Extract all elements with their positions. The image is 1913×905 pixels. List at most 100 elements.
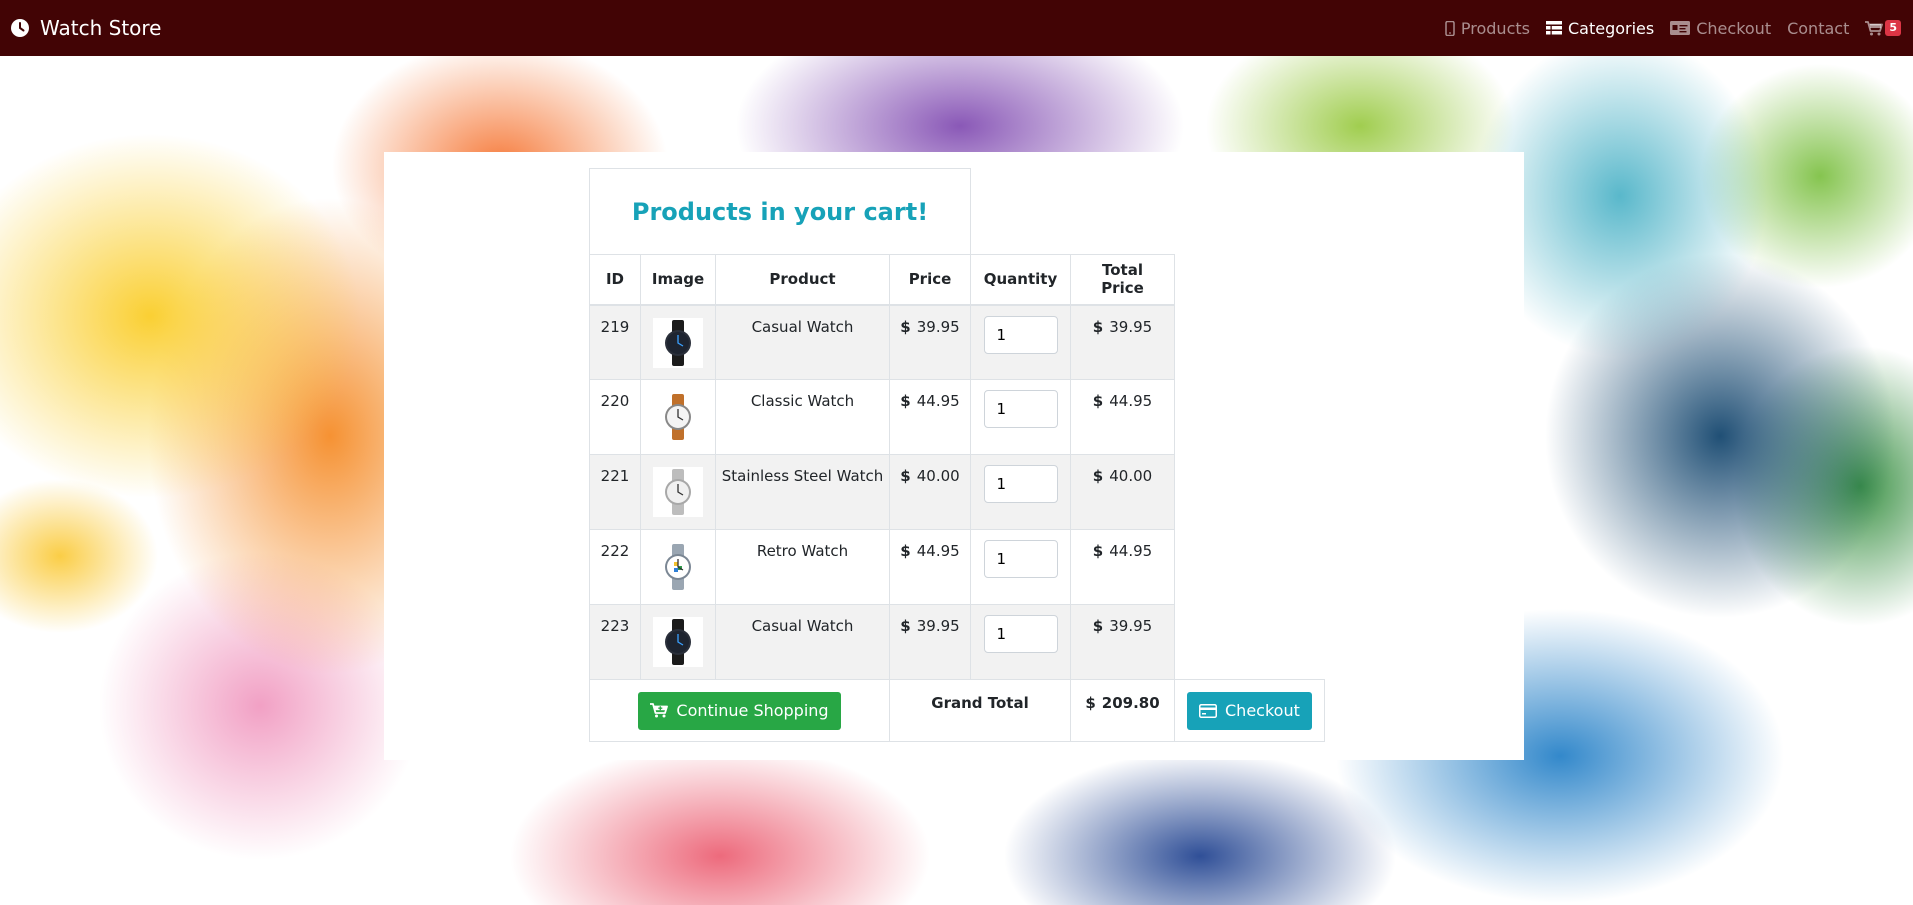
nav-products[interactable]: Products xyxy=(1437,11,1538,46)
item-image xyxy=(640,529,716,605)
item-total: 39.95 xyxy=(1109,617,1153,635)
checkout-button[interactable]: Checkout xyxy=(1187,691,1312,730)
continue-shopping-label: Continue Shopping xyxy=(676,701,829,720)
item-price: 40.00 xyxy=(916,467,960,485)
item-price: 39.95 xyxy=(916,617,960,635)
header-product: Product xyxy=(715,254,890,306)
item-qty-cell xyxy=(970,454,1071,530)
item-id: 223 xyxy=(589,604,641,680)
dollar-icon: $ xyxy=(900,542,911,560)
item-total: 39.95 xyxy=(1109,317,1153,336)
cart-item-row: 219Casual Watch$39.95$39.95 xyxy=(589,304,1325,380)
dollar-icon: $ xyxy=(900,617,911,635)
item-id: 222 xyxy=(589,529,641,605)
item-image xyxy=(640,604,716,680)
grand-total-cell: $209.80 xyxy=(1070,679,1175,742)
brand-name: Watch Store xyxy=(40,16,162,40)
item-name: Retro Watch xyxy=(715,529,890,605)
cart-table: Products in your cart! ID Image Product … xyxy=(589,168,1325,742)
cart-footer-row: Continue Shopping Grand Total $209.80 Ch… xyxy=(589,679,1325,742)
nav-products-label: Products xyxy=(1460,18,1530,38)
cart-title: Products in your cart! xyxy=(589,168,971,255)
item-image xyxy=(640,454,716,530)
grand-total-label: Grand Total xyxy=(889,679,1071,742)
item-price-cell: $44.95 xyxy=(889,529,971,605)
cart-item-row: 220Classic Watch$44.95$44.95 xyxy=(589,379,1325,455)
item-name: Stainless Steel Watch xyxy=(715,454,890,530)
nav-checkout-label: Checkout xyxy=(1696,18,1772,38)
table-icon xyxy=(1545,21,1562,35)
watch-thumbnail xyxy=(642,617,714,667)
continue-shopping-button[interactable]: Continue Shopping xyxy=(638,691,841,730)
nav-contact[interactable]: Contact xyxy=(1779,11,1857,46)
item-qty-cell xyxy=(970,304,1071,380)
clock-icon xyxy=(11,19,29,37)
item-image xyxy=(640,379,716,455)
nav-checkout[interactable]: Checkout xyxy=(1662,11,1779,46)
watch-thumbnail xyxy=(642,317,714,368)
dollar-icon: $ xyxy=(1092,317,1104,336)
item-total-cell: $39.95 xyxy=(1070,304,1175,380)
cart-count-badge: 5 xyxy=(1885,20,1901,36)
dollar-icon: $ xyxy=(900,317,911,336)
item-price-cell: $40.00 xyxy=(889,454,971,530)
item-total-cell: $40.00 xyxy=(1070,454,1175,530)
dollar-icon: $ xyxy=(900,467,911,485)
quantity-input[interactable] xyxy=(983,315,1058,354)
checkout-cell: Checkout xyxy=(1174,679,1325,742)
nav-links: Products Categories Checkout Contact 5 xyxy=(1437,11,1903,46)
cart-plus-icon xyxy=(650,703,669,718)
quantity-input[interactable] xyxy=(983,540,1058,578)
id-card-icon xyxy=(1670,21,1691,35)
item-price: 44.95 xyxy=(916,392,960,410)
dollar-icon: $ xyxy=(1092,542,1104,560)
item-image xyxy=(640,304,716,380)
brand-link[interactable]: Watch Store xyxy=(10,16,161,40)
item-name: Casual Watch xyxy=(715,304,890,380)
item-price-cell: $39.95 xyxy=(889,304,971,380)
quantity-input[interactable] xyxy=(983,615,1058,653)
header-id: ID xyxy=(589,254,641,306)
item-price-cell: $39.95 xyxy=(889,604,971,680)
item-total: 44.95 xyxy=(1109,392,1153,410)
dollar-icon: $ xyxy=(1085,694,1096,712)
item-name: Classic Watch xyxy=(715,379,890,455)
watch-thumbnail xyxy=(642,542,714,592)
nav-contact-label: Contact xyxy=(1787,18,1850,38)
cart-icon xyxy=(1865,20,1884,35)
item-price: 44.95 xyxy=(916,542,960,560)
item-total: 40.00 xyxy=(1109,467,1153,485)
quantity-input[interactable] xyxy=(983,390,1058,428)
header-total: Total Price xyxy=(1070,254,1175,306)
item-id: 221 xyxy=(589,454,641,530)
cart-item-row: 222Retro Watch$44.95$44.95 xyxy=(589,529,1325,605)
nav-categories[interactable]: Categories xyxy=(1538,11,1662,46)
dollar-icon: $ xyxy=(1092,467,1104,485)
item-price: 39.95 xyxy=(916,317,960,336)
watch-thumbnail xyxy=(642,392,714,442)
item-price-cell: $44.95 xyxy=(889,379,971,455)
header-quantity: Quantity xyxy=(970,254,1071,306)
continue-cell: Continue Shopping xyxy=(589,679,890,742)
watch-thumbnail xyxy=(642,467,714,517)
item-total: 44.95 xyxy=(1109,542,1153,560)
header-image: Image xyxy=(640,254,716,306)
cart-container: Products in your cart! ID Image Product … xyxy=(384,152,1524,760)
title-row: Products in your cart! xyxy=(589,168,1325,255)
mobile-icon xyxy=(1445,20,1455,36)
nav-cart[interactable]: 5 xyxy=(1857,12,1903,44)
credit-card-icon xyxy=(1199,703,1217,718)
item-total-cell: $44.95 xyxy=(1070,529,1175,605)
item-qty-cell xyxy=(970,379,1071,455)
item-name: Casual Watch xyxy=(715,604,890,680)
quantity-input[interactable] xyxy=(983,465,1058,503)
cart-item-row: 221Stainless Steel Watch$40.00$40.00 xyxy=(589,454,1325,530)
dollar-icon: $ xyxy=(1092,392,1104,410)
item-qty-cell xyxy=(970,604,1071,680)
checkout-button-label: Checkout xyxy=(1225,701,1300,720)
item-qty-cell xyxy=(970,529,1071,605)
dollar-icon: $ xyxy=(1092,617,1104,635)
top-navbar: Watch Store Products Categories Checkout… xyxy=(0,0,1913,56)
dollar-icon: $ xyxy=(900,392,911,410)
item-id: 220 xyxy=(589,379,641,455)
